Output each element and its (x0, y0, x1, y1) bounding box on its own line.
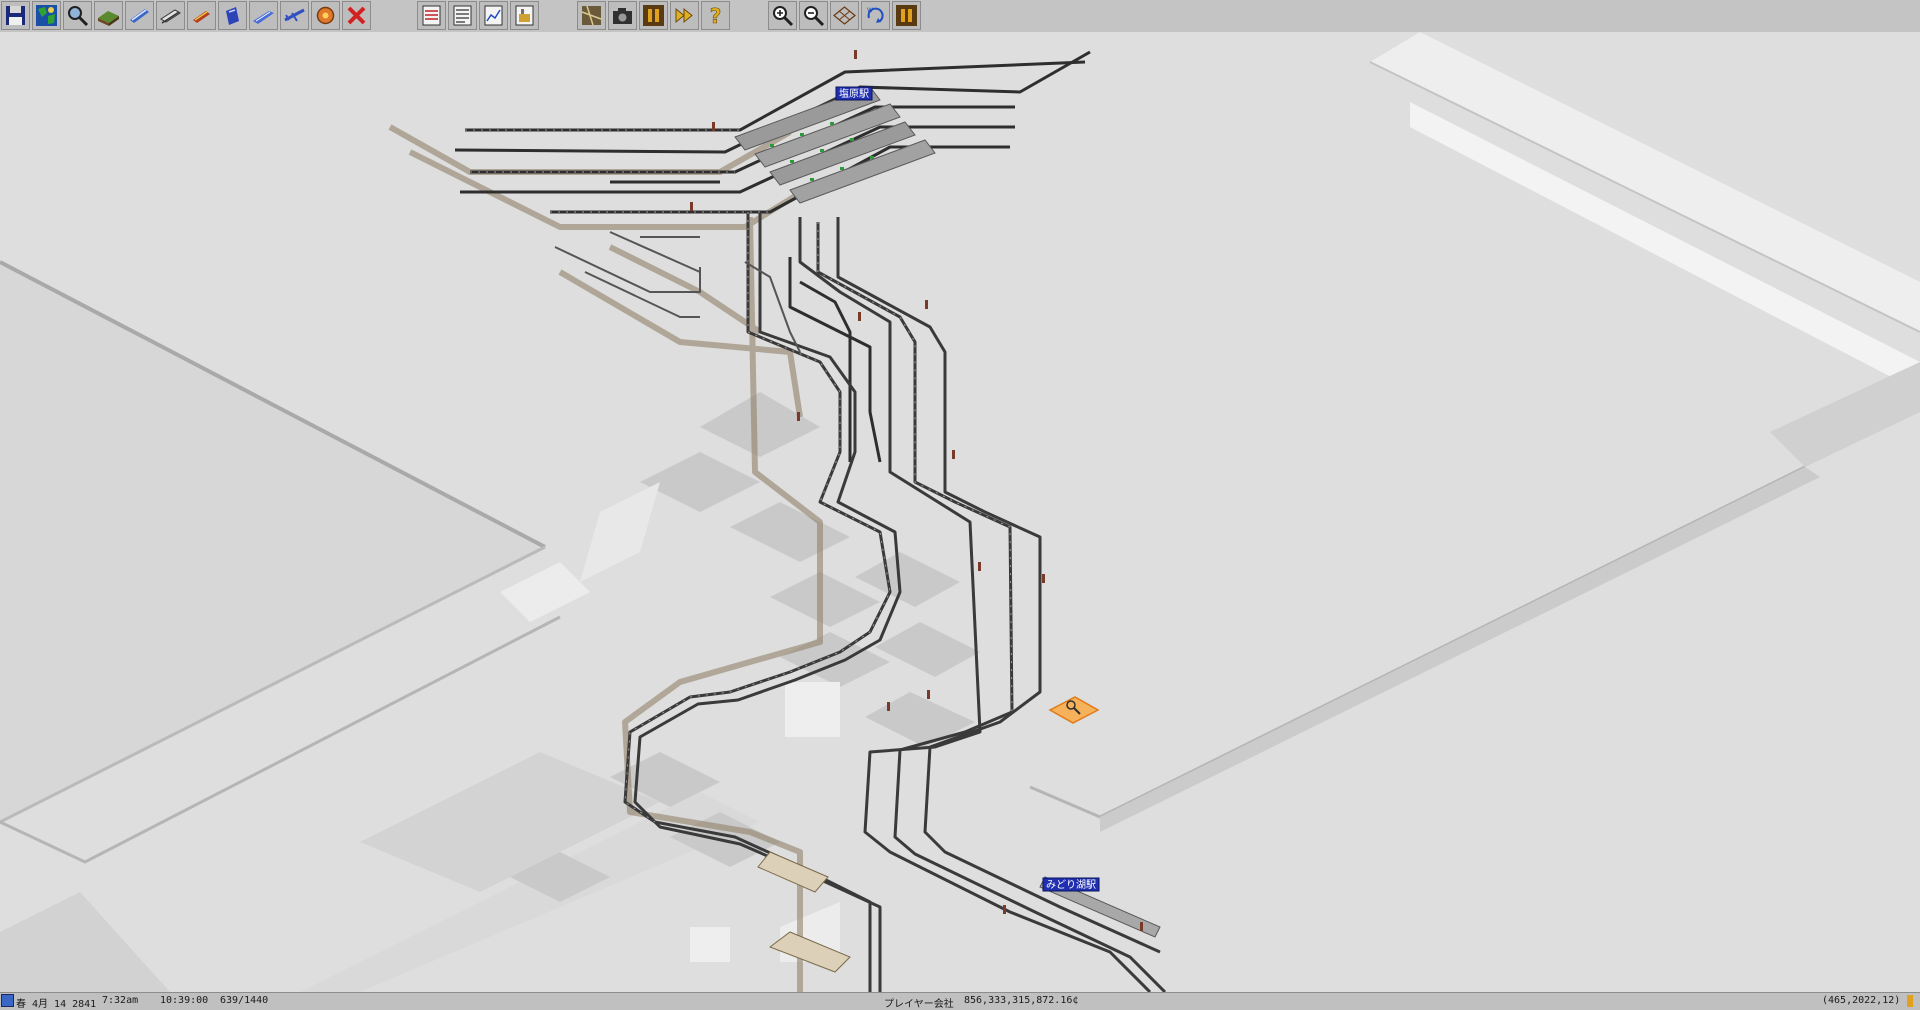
minimap-button[interactable] (577, 1, 606, 30)
finance-icon (484, 5, 503, 26)
monorail-button[interactable] (156, 1, 185, 30)
save-button[interactable] (1, 1, 30, 30)
fast-forward-button[interactable] (670, 1, 699, 30)
finance-button[interactable] (479, 1, 508, 30)
rotate-icon: W (867, 7, 884, 23)
factory-list-button[interactable] (510, 1, 539, 30)
terrain-icon (98, 11, 119, 26)
camera-button[interactable] (608, 1, 637, 30)
isometric-map[interactable]: 塩原駅 みどり湖駅 (0, 32, 1920, 992)
pause-icon (643, 5, 664, 26)
help-icon: ? (709, 4, 722, 28)
tick-time: 10:39:00 (160, 995, 209, 1006)
season-icon (1, 994, 14, 1007)
zoom-out-icon (804, 6, 825, 27)
zoom-in-icon (773, 6, 794, 27)
minimap-icon (581, 5, 602, 26)
grid-icon (833, 6, 856, 25)
remove-icon (347, 6, 366, 25)
airplane-icon (284, 8, 305, 22)
money: 856,333,315,872.16¢ (964, 995, 1079, 1006)
cursor-coords: (465,2022,12) (1822, 995, 1901, 1006)
svg-text:?: ? (710, 4, 722, 28)
ship-tools-icon (226, 7, 239, 25)
terrain-button[interactable] (94, 1, 123, 30)
rail-tools-icon (130, 9, 149, 23)
camera-icon (613, 8, 632, 24)
road-tools-button[interactable] (187, 1, 216, 30)
list-icon (453, 5, 472, 26)
line-management-button[interactable] (417, 1, 446, 30)
magnifier-button[interactable] (63, 1, 92, 30)
network-indicator (1907, 995, 1913, 1007)
station-name: みどり湖駅 (1046, 879, 1096, 891)
rotate-button[interactable]: W (861, 1, 890, 30)
airplane-button[interactable] (280, 1, 309, 30)
factory-list-icon (515, 5, 534, 26)
rail-tools-button[interactable] (125, 1, 154, 30)
ship-tools-button[interactable] (218, 1, 247, 30)
toolbar: ? W (0, 0, 1920, 33)
airport-tools-button[interactable] (249, 1, 278, 30)
special-tools-icon (316, 6, 335, 25)
help-button[interactable]: ? (701, 1, 730, 30)
svg-text:W: W (867, 7, 873, 14)
world-map-button[interactable] (32, 1, 61, 30)
pause-button-2[interactable] (892, 1, 921, 30)
disk-icon (6, 6, 25, 25)
status-bar: 春 4月 14 2841 7:32am 10:39:00 639/1440 プレ… (0, 992, 1920, 1010)
monorail-icon (160, 9, 181, 24)
map-view[interactable]: 塩原駅 みどり湖駅 (0, 32, 1920, 992)
magnifier-icon (68, 6, 89, 27)
station-label-1[interactable]: 塩原駅 (835, 86, 873, 101)
pause-button[interactable] (639, 1, 668, 30)
grid-button[interactable] (830, 1, 859, 30)
airport-tools-icon (253, 11, 274, 24)
line-management-icon (422, 5, 441, 26)
list-button[interactable] (448, 1, 477, 30)
special-tools-button[interactable] (311, 1, 340, 30)
player-name: プレイヤー会社 (884, 999, 954, 1010)
fast-forward-icon (675, 7, 693, 24)
pause-icon (896, 5, 917, 26)
zoom-out-button[interactable] (799, 1, 828, 30)
game-time: 7:32am (102, 995, 139, 1006)
station-label-2[interactable]: みどり湖駅 (1042, 877, 1100, 892)
month-counter: 639/1440 (220, 995, 269, 1006)
station-name: 塩原駅 (839, 87, 869, 100)
road-tools-icon (193, 11, 210, 23)
zoom-in-button[interactable] (768, 1, 797, 30)
remove-button[interactable] (342, 1, 371, 30)
game-date: 春 4月 14 2841 (16, 999, 97, 1010)
world-map-icon (36, 5, 57, 26)
